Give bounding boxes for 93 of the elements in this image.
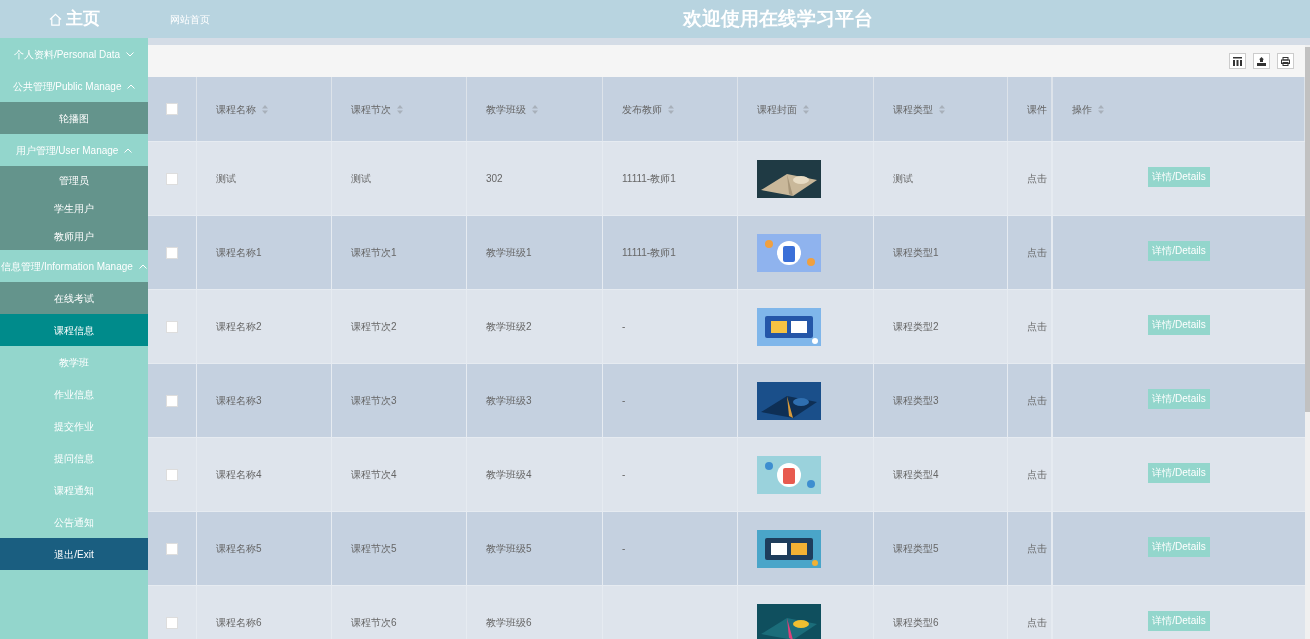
- column-header[interactable]: 教学班级: [486, 101, 526, 117]
- table-cell-text: 课程名称3: [216, 394, 262, 408]
- menu-item[interactable]: 学生用户: [0, 194, 148, 222]
- table-cell-text: -: [622, 542, 626, 556]
- checkbox[interactable]: [166, 394, 178, 407]
- table-cell-text: 教学班级5: [486, 542, 532, 556]
- sort-icon[interactable]: [668, 104, 674, 114]
- table-cell-text: -: [622, 394, 626, 408]
- menu-group[interactable]: 用户管理/User Manage: [0, 134, 148, 166]
- columns-icon: [1233, 56, 1242, 66]
- export-icon: [1257, 56, 1266, 66]
- table-cell-text: 课程节次1: [351, 246, 397, 260]
- home-link[interactable]: 网站首页: [170, 11, 210, 27]
- sort-icon[interactable]: [939, 104, 945, 114]
- column-header[interactable]: 发布教师: [622, 101, 662, 117]
- sort-icon[interactable]: [1098, 104, 1104, 114]
- table-cell-text: 点击: [1027, 394, 1047, 408]
- print-icon: [1281, 56, 1290, 66]
- table-cell-text: 课程类型1: [893, 246, 939, 260]
- checkbox[interactable]: [166, 103, 178, 115]
- table-cell-text: 点击: [1027, 616, 1047, 630]
- exit-item[interactable]: 退出/Exit: [0, 538, 148, 570]
- sort-icon[interactable]: [262, 104, 268, 114]
- sort-icon[interactable]: [397, 104, 403, 114]
- table-cell-text: 课程节次6: [351, 616, 397, 630]
- column-header[interactable]: 课程类型: [893, 101, 933, 117]
- details-button[interactable]: 详情/Details: [1148, 536, 1210, 557]
- print-button[interactable]: [1277, 53, 1294, 69]
- details-button[interactable]: 详情/Details: [1148, 314, 1210, 335]
- table-cell-text: 课程节次2: [351, 320, 397, 334]
- details-button[interactable]: 详情/Details: [1148, 610, 1210, 631]
- table-cell-text: 课程名称5: [216, 542, 262, 556]
- table-cell-text: 11111-教师1: [622, 246, 676, 260]
- table-cell-text: -: [622, 320, 626, 334]
- menu-item[interactable]: 课程信息: [0, 314, 148, 346]
- table-cell-text: 教学班级2: [486, 320, 532, 334]
- menu-group[interactable]: 个人资料/Personal Data: [0, 38, 148, 70]
- column-header[interactable]: 课程名称: [216, 101, 256, 117]
- column-header[interactable]: 操作: [1072, 101, 1092, 117]
- table-cell-text: 课程节次4: [351, 468, 397, 482]
- table-cell-text: 课程类型4: [893, 468, 939, 482]
- table-cell-text: 点击: [1027, 320, 1047, 334]
- table-cell-text: 教学班级4: [486, 468, 532, 482]
- table-cell-text: -: [622, 468, 626, 482]
- checkbox[interactable]: [166, 246, 178, 259]
- table-cell-text: 课程节次3: [351, 394, 397, 408]
- table-cell-text: 课程名称2: [216, 320, 262, 334]
- menu-group[interactable]: 公共管理/Public Manage: [0, 70, 148, 102]
- menu-item[interactable]: 轮播图: [0, 102, 148, 134]
- table-cell-text: 302: [486, 172, 503, 186]
- details-button[interactable]: 详情/Details: [1148, 166, 1210, 187]
- sort-icon[interactable]: [532, 104, 538, 114]
- column-header[interactable]: 课程节次: [351, 101, 391, 117]
- table-cell-text: 课程类型3: [893, 394, 939, 408]
- columns-button[interactable]: [1229, 53, 1246, 69]
- table-cell-text: 测试: [351, 172, 371, 186]
- checkbox[interactable]: [166, 172, 178, 185]
- table-cell-text: 点击: [1027, 468, 1047, 482]
- checkbox[interactable]: [166, 320, 178, 333]
- details-button[interactable]: 详情/Details: [1148, 462, 1210, 483]
- table-cell-text: 11111-教师1: [622, 172, 676, 186]
- table-cell-text: 课程类型2: [893, 320, 939, 334]
- home-icon: [48, 12, 62, 26]
- export-button[interactable]: [1253, 53, 1270, 69]
- sort-icon[interactable]: [803, 104, 809, 114]
- menu-item[interactable]: 管理员: [0, 166, 148, 194]
- column-header[interactable]: 课程封面: [757, 101, 797, 117]
- table-cell-text: 课程类型5: [893, 542, 939, 556]
- table-cell-text: 教学班级1: [486, 246, 532, 260]
- page-title: 欢迎使用在线学习平台: [683, 6, 873, 31]
- table-cell-text: 点击: [1027, 246, 1047, 260]
- details-button[interactable]: 详情/Details: [1148, 388, 1210, 409]
- table-cell-text: 测试: [216, 172, 236, 186]
- table-cell-text: 教学班级3: [486, 394, 532, 408]
- table-cell-text: 课程节次5: [351, 542, 397, 556]
- checkbox[interactable]: [166, 542, 178, 555]
- menu-item[interactable]: 教师用户: [0, 222, 148, 250]
- menu-group[interactable]: 信息管理/Information Manage: [0, 250, 148, 282]
- details-button[interactable]: 详情/Details: [1148, 240, 1210, 261]
- table-cell-text: 测试: [893, 172, 913, 186]
- menu-item[interactable]: 在线考试: [0, 282, 148, 314]
- table-cell-text: 课程名称4: [216, 468, 262, 482]
- table-cell-text: 课程类型6: [893, 616, 939, 630]
- checkbox[interactable]: [166, 616, 178, 629]
- brand-link[interactable]: 主页: [48, 6, 100, 32]
- scrollbar-thumb[interactable]: [1305, 47, 1310, 412]
- checkbox[interactable]: [166, 468, 178, 481]
- table-cell-text: 教学班级6: [486, 616, 532, 630]
- table-cell-text: 课程名称1: [216, 246, 262, 260]
- table-cell-text: 点击: [1027, 172, 1047, 186]
- table-cell-text: 课程名称6: [216, 616, 262, 630]
- column-header[interactable]: 课件: [1027, 101, 1047, 117]
- table-cell-text: 点击: [1027, 542, 1047, 556]
